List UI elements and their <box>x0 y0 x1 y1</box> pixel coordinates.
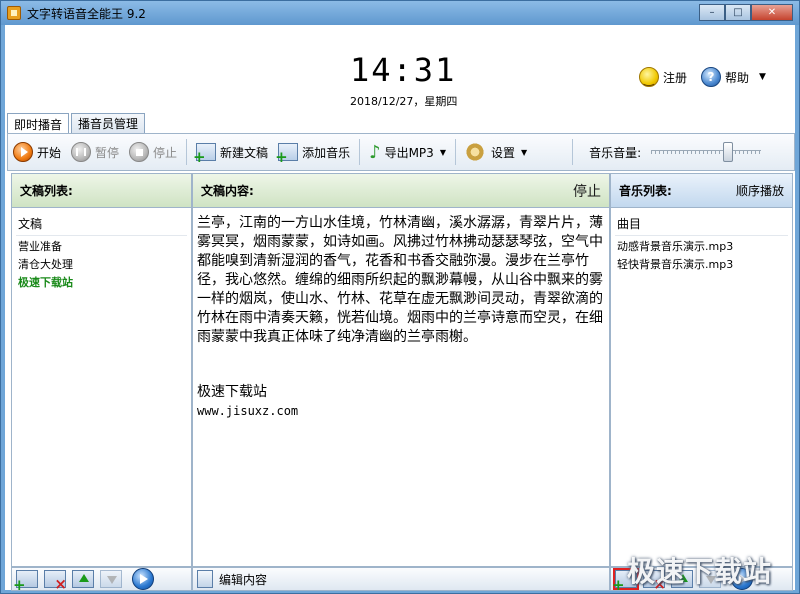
volume-slider-thumb[interactable] <box>723 142 734 162</box>
move-down-icon[interactable] <box>100 570 122 588</box>
new-document-icon <box>193 143 217 166</box>
tab-live-broadcast[interactable]: 即时播音 <box>7 113 70 134</box>
music-list-header: 音乐列表: 顺序播放 <box>611 174 792 208</box>
list-item[interactable]: 动感背景音乐演示.mp3 <box>615 238 788 256</box>
client-area: 14:31 2018/12/27，星期四 注册 ? 帮助 ▼ 即时播音 播音员管… <box>5 25 795 594</box>
document-content-text[interactable]: 兰亭，江南的一方山水佳境，竹林清幽，溪水潺潺，青翠片片，薄雾冥冥，烟雨蒙蒙，如诗… <box>193 208 609 353</box>
maximize-button[interactable]: □ <box>725 4 751 21</box>
add-music-button[interactable]: 添加音乐 <box>273 137 355 167</box>
chevron-down-icon[interactable]: ▼ <box>759 72 766 82</box>
toolbar-separator <box>454 139 456 165</box>
edit-content-button[interactable]: 编辑内容 <box>219 571 267 588</box>
play-icon <box>13 142 33 162</box>
pause-label: 暂停 <box>95 145 120 160</box>
list-item[interactable]: 轻快背景音乐演示.mp3 <box>615 256 788 274</box>
new-document-button[interactable]: 新建文稿 <box>191 137 273 167</box>
list-item[interactable]: 极速下载站 <box>16 274 187 292</box>
document-list-panel: 文稿列表: 文稿 营业准备 清仓大处理 极速下载站 <box>11 173 192 567</box>
playback-status: 停止 <box>573 183 601 200</box>
app-window: 文字转语音全能王 9.2 – □ ✕ 14:31 2018/12/27，星期四 … <box>0 0 800 594</box>
window-title: 文字转语音全能王 9.2 <box>27 6 146 21</box>
play-icon[interactable] <box>132 568 154 590</box>
toolbar-separator <box>359 139 361 165</box>
stop-button[interactable]: 停止 <box>124 137 182 167</box>
add-document-icon[interactable] <box>13 570 38 594</box>
minimize-button[interactable]: – <box>699 4 725 21</box>
edit-content-bar: 编辑内容 <box>192 567 610 591</box>
close-button[interactable]: ✕ <box>751 4 793 21</box>
list-item[interactable]: 清仓大处理 <box>16 256 187 274</box>
list-item[interactable]: 营业准备 <box>16 238 187 256</box>
gear-icon <box>464 142 485 162</box>
music-list: 曲目 动感背景音乐演示.mp3 轻快背景音乐演示.mp3 <box>611 208 792 280</box>
pause-icon <box>71 142 92 162</box>
register-button[interactable]: 注册 <box>639 67 687 87</box>
document-actions-bar <box>11 567 192 594</box>
pause-button[interactable]: 暂停 <box>66 137 124 167</box>
music-volume-slider[interactable] <box>651 142 762 162</box>
start-label: 开始 <box>37 145 62 160</box>
help-button[interactable]: ? 帮助 ▼ <box>701 67 766 87</box>
document-list: 文稿 营业准备 清仓大处理 极速下载站 <box>12 208 191 298</box>
document-column-header[interactable]: 文稿 <box>16 214 187 236</box>
start-button[interactable]: 开始 <box>8 137 66 167</box>
window-controls: – □ ✕ <box>699 4 793 21</box>
track-column-header[interactable]: 曲目 <box>615 214 788 236</box>
register-label: 注册 <box>663 70 688 85</box>
main-tabs: 即时播音 播音员管理 <box>7 113 147 134</box>
settings-button[interactable]: 设置 ▼ <box>460 137 532 167</box>
music-list-panel: 音乐列表: 顺序播放 曲目 动感背景音乐演示.mp3 轻快背景音乐演示.mp3 <box>610 173 793 567</box>
chevron-down-icon[interactable]: ▼ <box>440 148 446 157</box>
help-label: 帮助 <box>725 70 750 85</box>
title-bar[interactable]: 文字转语音全能王 9.2 – □ ✕ <box>1 1 799 25</box>
add-music-icon <box>275 143 299 166</box>
document-footer-url: www.jisuxz.com <box>197 404 299 418</box>
export-mp3-button[interactable]: ♪ 导出MP3 ▼ <box>364 137 451 167</box>
play-order-button[interactable]: 顺序播放 <box>736 182 784 199</box>
music-volume-label: 音乐音量: <box>589 145 642 160</box>
stop-label: 停止 <box>153 145 178 160</box>
stop-icon <box>129 142 150 162</box>
toolbar-separator <box>572 139 574 165</box>
music-note-icon: ♪ <box>369 141 381 163</box>
toolbar-separator <box>186 139 188 165</box>
document-content-header: 文稿内容: 停止 <box>193 174 609 208</box>
smiley-icon <box>639 67 659 87</box>
edit-document-icon[interactable] <box>197 570 213 588</box>
header-area: 14:31 2018/12/27，星期四 注册 ? 帮助 ▼ <box>5 25 795 111</box>
document-content-panel: 文稿内容: 停止 兰亭，江南的一方山水佳境，竹林清幽，溪水潺潺，青翠片片，薄雾冥… <box>192 173 610 567</box>
help-icon: ? <box>701 67 721 87</box>
export-mp3-label: 导出MP3 <box>384 145 434 160</box>
move-up-icon[interactable] <box>72 570 94 588</box>
new-document-label: 新建文稿 <box>220 145 269 160</box>
app-logo-icon <box>7 6 21 20</box>
document-list-header: 文稿列表: <box>12 174 191 208</box>
document-footer-name: 极速下载站 <box>197 384 267 400</box>
settings-label: 设置 <box>490 145 515 160</box>
clock-display: 14:31 <box>350 51 457 89</box>
add-music-label: 添加音乐 <box>302 145 351 160</box>
date-display: 2018/12/27，星期四 <box>350 95 458 108</box>
document-list-title: 文稿列表: <box>20 184 73 198</box>
music-list-title: 音乐列表: <box>619 184 672 198</box>
main-toolbar: 开始 暂停 停止 新建文稿 添加音乐 ♪ 导出MP3 <box>7 133 795 171</box>
tab-announcer-management[interactable]: 播音员管理 <box>71 113 146 133</box>
document-content-title: 文稿内容: <box>201 184 254 198</box>
chevron-down-icon[interactable]: ▼ <box>521 148 527 157</box>
site-watermark: 极速下载站 <box>627 555 773 588</box>
delete-document-icon[interactable] <box>44 570 67 593</box>
